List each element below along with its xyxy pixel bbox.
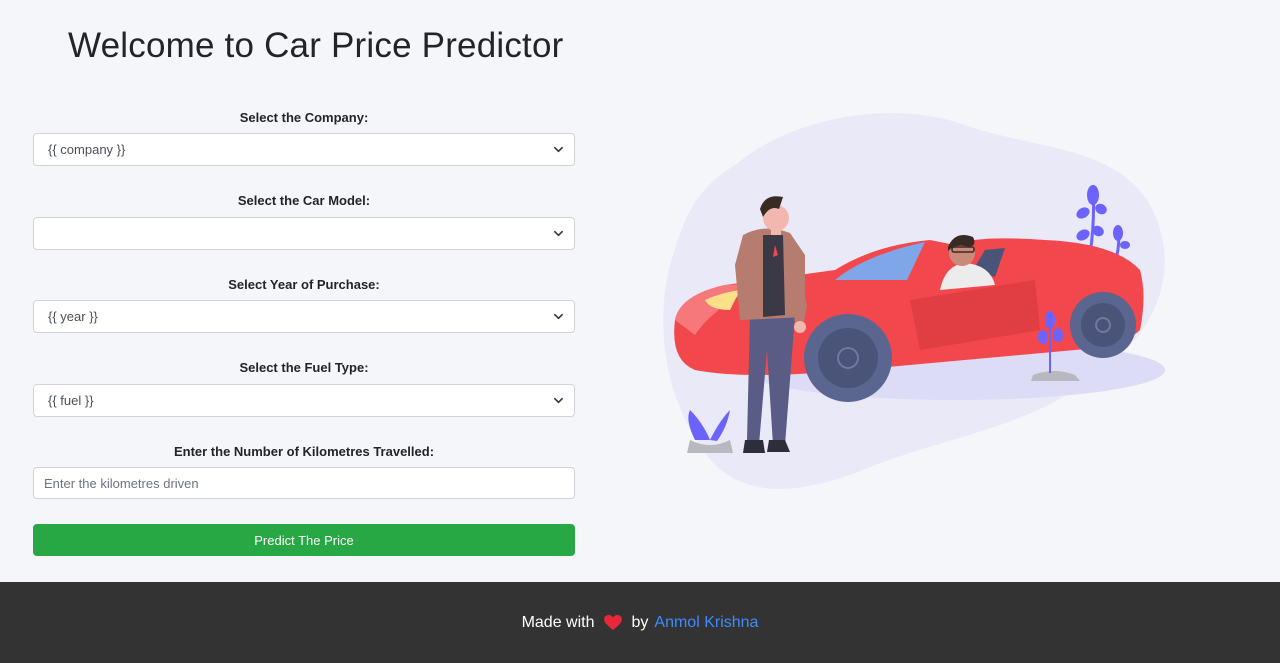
fuel-type-select-value: {{ fuel }}	[48, 393, 94, 408]
company-select-value: {{ company }}	[48, 142, 126, 157]
car-illustration	[663, 113, 1165, 489]
chevron-down-icon	[554, 397, 563, 404]
kilometres-label: Enter the Number of Kilometres Travelled…	[173, 444, 435, 459]
heart-icon	[604, 614, 623, 630]
car-model-select[interactable]	[33, 217, 575, 250]
chevron-down-icon	[554, 313, 563, 320]
footer-by: by	[631, 613, 649, 631]
company-select[interactable]: {{ company }}	[33, 133, 575, 166]
year-select-value: {{ year }}	[48, 309, 98, 324]
kilometres-input[interactable]	[33, 467, 575, 499]
chevron-down-icon	[554, 146, 563, 153]
fuel-type-select[interactable]: {{ fuel }}	[33, 384, 575, 417]
author-link[interactable]: Anmol Krishna	[654, 614, 758, 632]
company-label: Select the Company:	[239, 110, 369, 125]
car-model-label: Select the Car Model:	[237, 193, 371, 208]
predict-price-button[interactable]: Predict The Price	[33, 524, 575, 556]
year-select[interactable]: {{ year }}	[33, 300, 575, 333]
footer-made-with: Made with	[521, 613, 595, 631]
page-title: Welcome to Car Price Predictor	[68, 26, 564, 65]
year-label: Select Year of Purchase:	[228, 277, 380, 292]
chevron-down-icon	[554, 230, 563, 237]
fuel-type-label: Select the Fuel Type:	[239, 360, 369, 375]
footer: Made with by Anmol Krishna	[0, 582, 1280, 663]
